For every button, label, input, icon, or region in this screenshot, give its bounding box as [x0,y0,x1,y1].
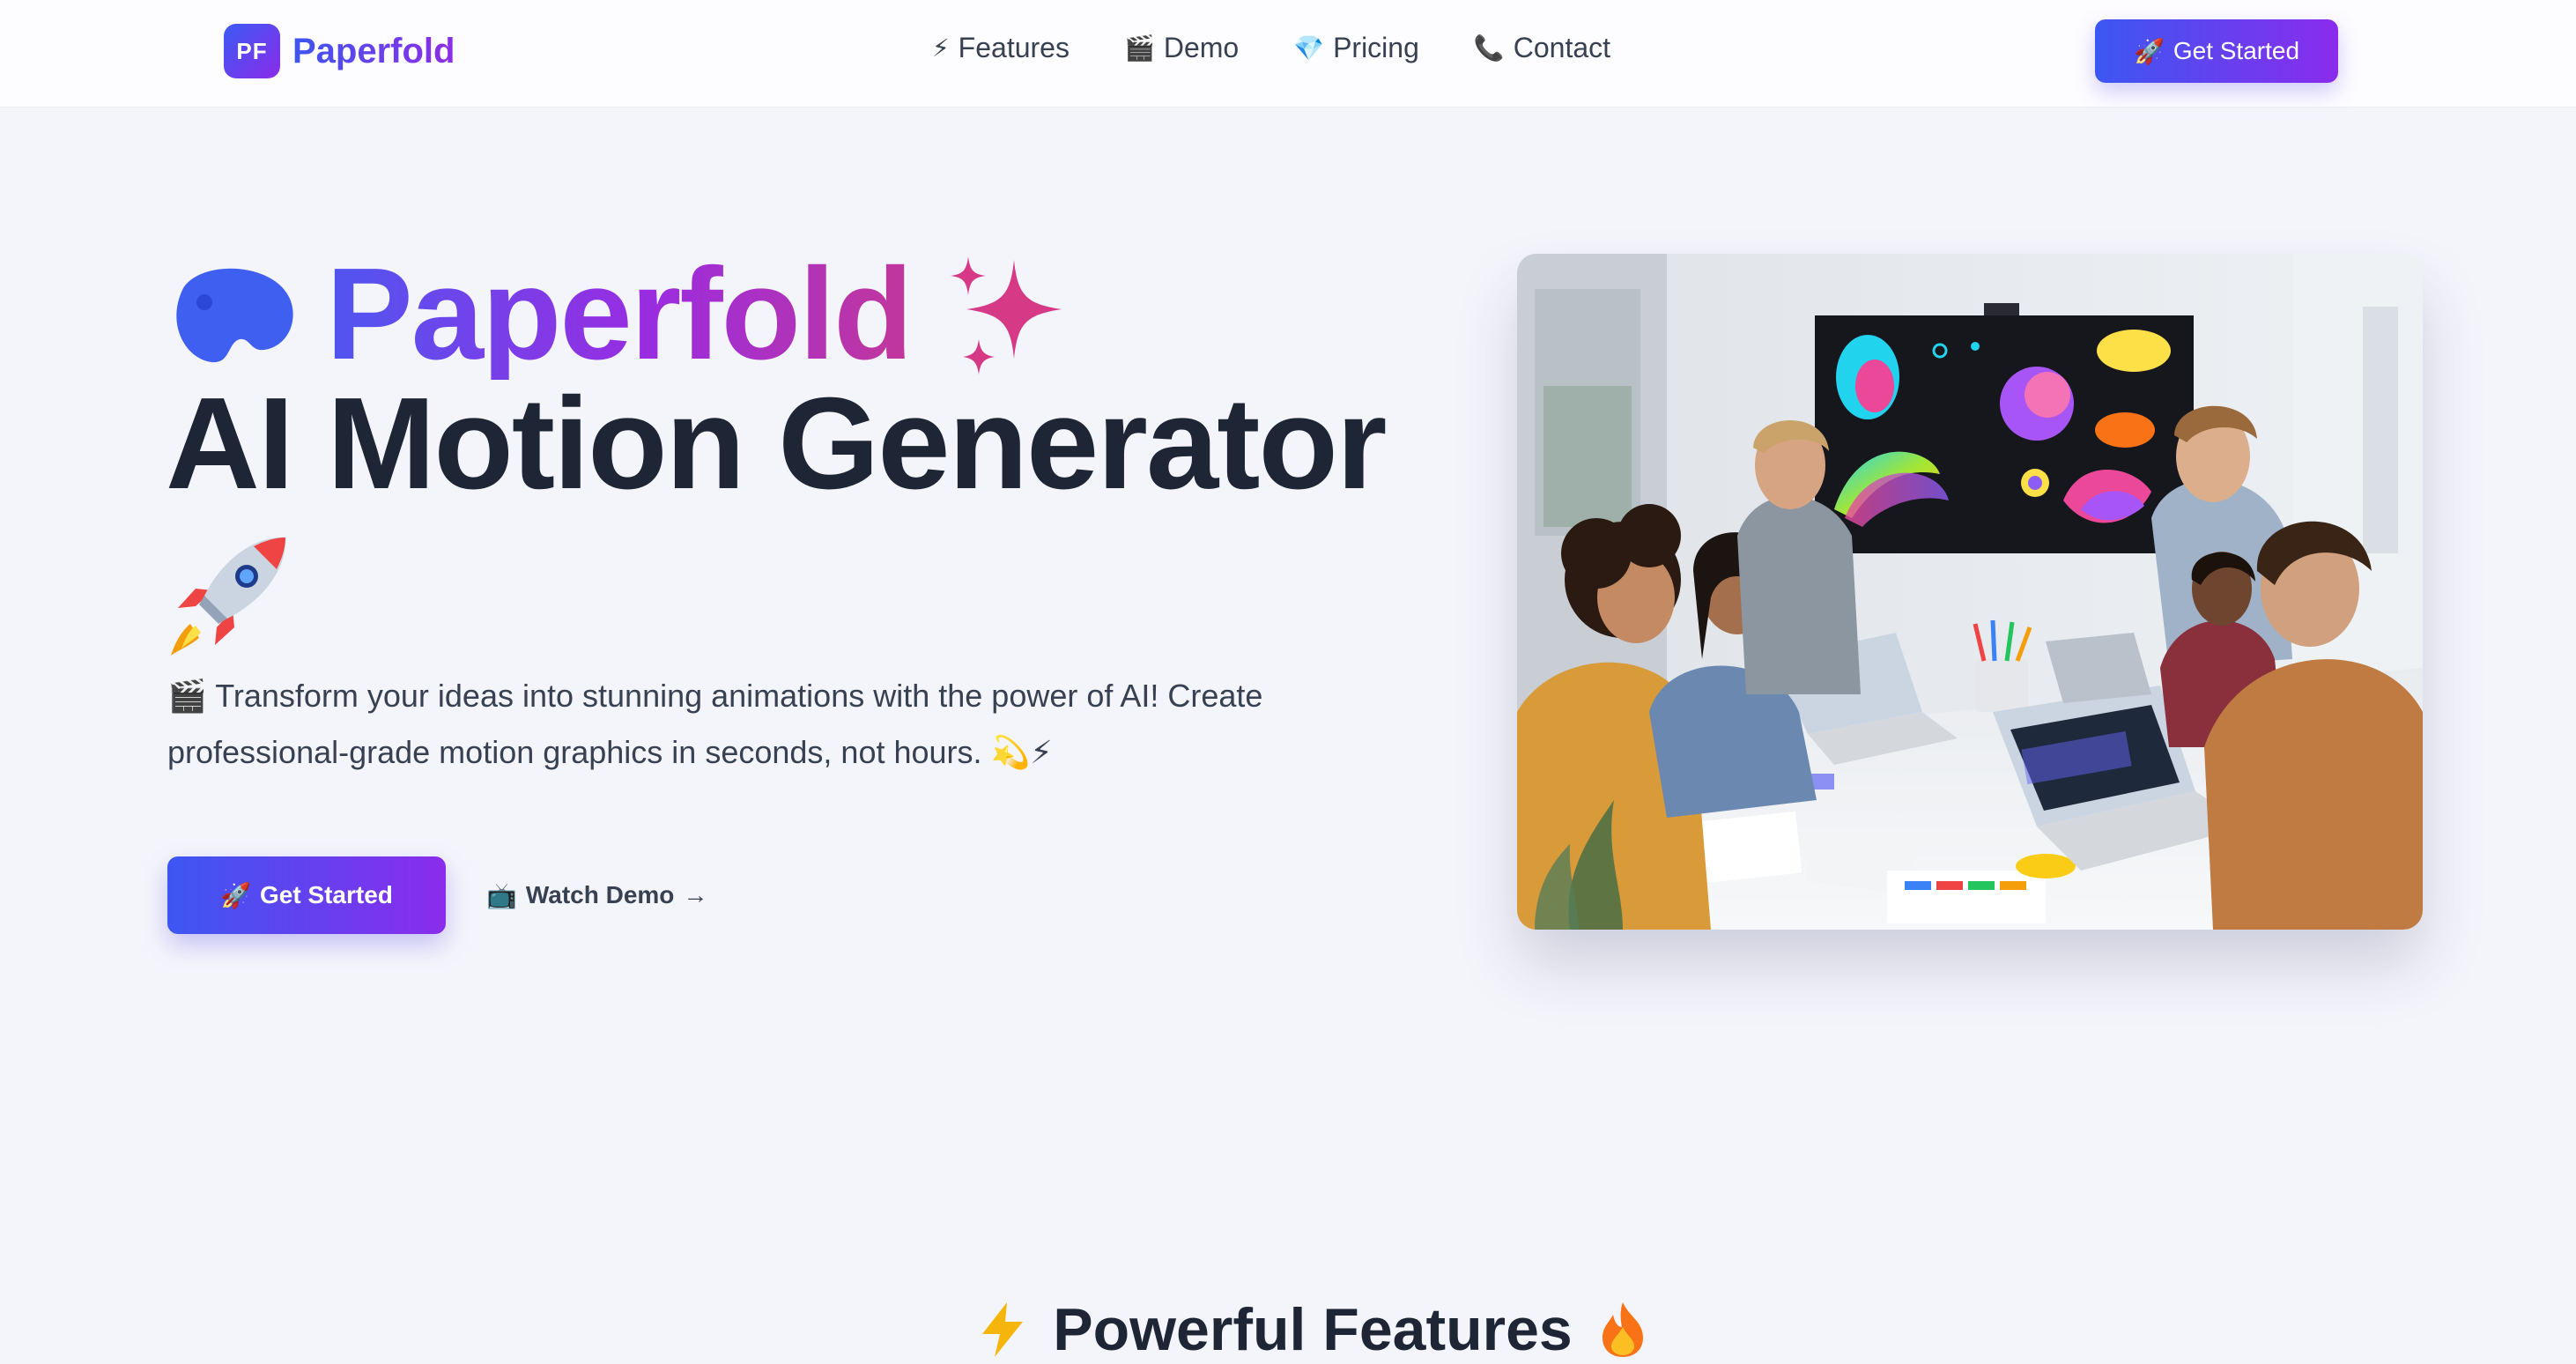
logo-badge: PF [224,24,280,78]
brand-name: Paperfold [292,31,455,70]
watch-demo-label: Watch Demo [525,881,675,908]
gem-icon: 💎 [1293,34,1325,62]
hero-get-started-button[interactable]: 🚀 Get Started [167,856,446,934]
nav-link-label: Demo [1163,32,1240,63]
top-navbar: PF Paperfold ⚡ Features 🎬 Demo 💎 Pricing… [0,0,2576,107]
clapperboard-icon: 🎬 [167,678,207,714]
clapperboard-icon: 🎬 [1123,34,1155,62]
lightning-icon [982,1302,1024,1357]
rocket-icon: 🚀 [2133,37,2165,65]
rocket-icon: 🚀 [220,881,251,909]
nav-link-label: Contact [1513,32,1611,63]
subtitle-line-1: Transform your ideas into stunning anima… [215,678,1263,714]
hero-title-main: AI Motion Generator [166,371,1387,516]
features-heading-text: Powerful Features [1053,1296,1573,1363]
hero-team-image [1517,254,2423,930]
nav-link-features[interactable]: ⚡ Features [932,32,1070,64]
tv-icon: 📺 [486,881,517,909]
dizzy-lightning-icon: 💫⚡ [990,734,1053,770]
features-heading: Powerful Features [960,1295,1665,1364]
hero-title: Paperfold AI Motion Generator [166,248,1434,657]
nav-link-pricing[interactable]: 💎 Pricing [1293,32,1419,64]
lightning-icon: ⚡ [932,34,950,62]
nav-link-contact[interactable]: 📞 Contact [1474,32,1610,64]
nav-get-started-button[interactable]: 🚀 Get Started [2095,19,2338,83]
nav-links: ⚡ Features 🎬 Demo 💎 Pricing 📞 Contact [932,32,1610,64]
hero-title-brand: Paperfold [326,241,914,387]
subtitle-line-2: professional-grade motion graphics in se… [167,734,982,770]
nav-link-demo[interactable]: 🎬 Demo [1124,32,1239,64]
fire-icon [1602,1302,1643,1357]
phone-icon: 📞 [1473,34,1505,62]
hero-subtitle: 🎬 Transform your ideas into stunning ani… [167,668,1374,781]
brand-logo[interactable]: PF Paperfold [224,24,455,78]
nav-link-label: Features [958,32,1070,63]
nav-link-label: Pricing [1333,32,1419,63]
rocket-icon [171,537,286,656]
arrow-right-icon: → [683,881,708,908]
nav-cta-label: Get Started [2173,37,2300,64]
sparkles-icon [950,256,1062,374]
palette-icon [176,268,293,363]
team-meeting-illustration [1517,254,2423,930]
watch-demo-link[interactable]: 📺 Watch Demo → [486,878,707,913]
hero-cta-label: Get Started [259,881,393,908]
